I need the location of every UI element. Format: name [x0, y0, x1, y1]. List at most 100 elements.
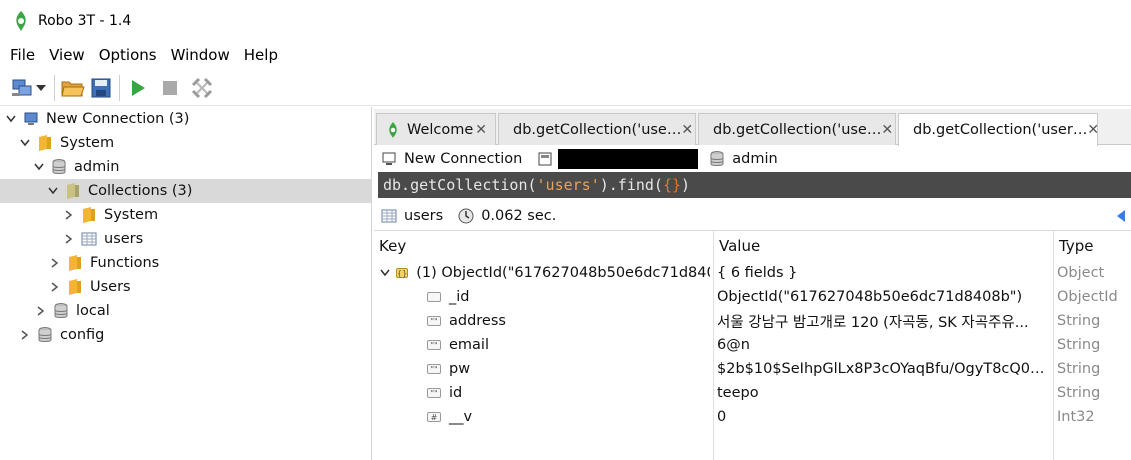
field-key: _id: [449, 289, 470, 305]
table-row-document[interactable]: {} (1) ObjectId("617627048b50e6dc71d840.…: [374, 261, 1131, 285]
folder-icon: [66, 279, 84, 295]
column-header-type[interactable]: Type: [1059, 237, 1093, 255]
field-key: __v: [449, 409, 473, 425]
field-type: String: [1057, 385, 1101, 401]
tree-item-label: local: [76, 303, 110, 319]
table-row[interactable]: "" pw $2b$10$SeIhpGlLx8P3cOYaqBfu/OgyT8c…: [374, 357, 1131, 381]
execute-icon[interactable]: [126, 76, 150, 100]
query-method: ).find(: [599, 176, 663, 194]
window-title: Robo 3T - 1.4: [38, 13, 132, 29]
tree-item-label: users: [104, 231, 144, 247]
stop-icon[interactable]: [158, 76, 182, 100]
chevron-right-icon[interactable]: [62, 232, 76, 246]
document-type: Object: [1057, 265, 1105, 281]
tree-item-local[interactable]: local: [0, 299, 372, 323]
tab-label: Welcome: [407, 121, 474, 138]
field-key: pw: [449, 361, 471, 377]
field-type: Int32: [1057, 409, 1095, 425]
folder-icon: [80, 207, 98, 223]
field-key: address: [449, 313, 506, 329]
column-header-value[interactable]: Value: [719, 237, 760, 255]
string-icon: "": [427, 388, 441, 398]
chevron-down-icon[interactable]: [46, 184, 60, 198]
tab-query-2[interactable]: db.getCollection('use… ✕: [698, 113, 896, 145]
tab-welcome[interactable]: Welcome ✕: [376, 113, 496, 145]
table-icon: [380, 208, 398, 224]
objectid-icon: [427, 292, 441, 302]
chevron-down-icon[interactable]: [18, 136, 32, 150]
tab-label: db.getCollection('use…: [513, 121, 682, 138]
field-value: ObjectId("617627048b50e6dc71d8408b"): [717, 289, 1023, 305]
robo3t-logo-icon: [16, 11, 26, 31]
menu-help[interactable]: Help: [237, 46, 285, 64]
field-key: id: [449, 385, 463, 401]
tree-item-collections[interactable]: Collections (3): [0, 179, 372, 203]
chevron-right-icon[interactable]: [18, 328, 32, 342]
save-icon[interactable]: [89, 76, 113, 100]
folder-icon: [66, 255, 84, 271]
tab-query-3[interactable]: db.getCollection('user… ✕: [898, 113, 1099, 146]
table-row[interactable]: "" address 서울 강남구 밤고개로 120 (자곡동, SK 자곡주유…: [374, 309, 1131, 333]
query-prefix: db.getCollection(: [383, 176, 537, 194]
row-key: _id: [427, 289, 469, 305]
database-name: admin: [732, 151, 778, 167]
close-icon[interactable]: ✕: [681, 122, 693, 138]
tree-item-label: config: [60, 327, 105, 343]
tree-item-label: System: [104, 207, 159, 223]
table-row[interactable]: # __v 0 Int32: [374, 405, 1131, 429]
tree-item-users-collection[interactable]: users: [0, 227, 372, 251]
dropdown-icon[interactable]: [34, 76, 48, 100]
menu-bar: File View Options Window Help: [0, 42, 1131, 68]
chevron-right-icon[interactable]: [34, 304, 48, 318]
tree-item-admin[interactable]: admin: [0, 155, 372, 179]
tree-item-connection[interactable]: New Connection (3): [0, 107, 372, 131]
number-icon: #: [427, 412, 441, 422]
robo3t-logo-icon: [389, 121, 397, 138]
field-type: String: [1057, 361, 1101, 377]
connection-info-bar: New Connection admin: [374, 146, 1131, 172]
connect-icon[interactable]: [10, 76, 34, 100]
close-icon[interactable]: ✕: [1087, 122, 1099, 138]
tree-item-system-collection[interactable]: System: [0, 203, 372, 227]
page-left-icon[interactable]: [1117, 210, 1125, 222]
table-row[interactable]: "" id teepo String: [374, 381, 1131, 405]
field-value: 서울 강남구 밤고개로 120 (자곡동, SK 자곡주유...: [717, 314, 1029, 331]
tree-item-config[interactable]: config: [0, 323, 372, 347]
field-value: teepo: [717, 385, 759, 401]
menu-view[interactable]: View: [42, 46, 92, 64]
chevron-down-icon[interactable]: [380, 266, 390, 280]
close-icon[interactable]: ✕: [475, 122, 487, 138]
table-row[interactable]: _id ObjectId("617627048b50e6dc71d8408b")…: [374, 285, 1131, 309]
document-value: { 6 fields }: [717, 265, 798, 281]
tree-item-system[interactable]: System: [0, 131, 372, 155]
table-row[interactable]: "" email 6@n String: [374, 333, 1131, 357]
toolbar-separator: [54, 74, 55, 101]
tab-query-1[interactable]: db.getCollection('use… ✕: [498, 113, 696, 145]
server-icon: [536, 151, 554, 167]
menu-window[interactable]: Window: [164, 46, 237, 64]
close-icon[interactable]: ✕: [881, 122, 893, 138]
clock-icon: [457, 208, 475, 224]
row-key: "" pw: [427, 361, 470, 377]
query-editor[interactable]: db.getCollection('users').find({}): [378, 172, 1131, 198]
tree-item-users-folder[interactable]: Users: [0, 275, 372, 299]
column-header-key[interactable]: Key: [379, 237, 406, 255]
tree-item-functions[interactable]: Functions: [0, 251, 372, 275]
chevron-down-icon[interactable]: [4, 112, 18, 126]
toolbar-separator: [119, 74, 120, 101]
chevron-right-icon[interactable]: [48, 256, 62, 270]
open-icon[interactable]: [61, 76, 85, 100]
chevron-down-icon[interactable]: [32, 160, 46, 174]
connection-tree: New Connection (3) System admin Collecti…: [0, 107, 372, 460]
field-type: String: [1057, 313, 1101, 329]
title-bar: Robo 3T - 1.4: [0, 0, 1131, 42]
chevron-right-icon[interactable]: [48, 280, 62, 294]
database-icon: [50, 159, 68, 175]
chevron-right-icon[interactable]: [62, 208, 76, 222]
toolbar: [0, 70, 1131, 106]
row-key: "" address: [427, 313, 506, 329]
document-key: (1) ObjectId("617627048b50e6dc71d840...: [416, 265, 710, 281]
menu-options[interactable]: Options: [92, 46, 164, 64]
menu-file[interactable]: File: [0, 46, 42, 64]
fullscreen-icon[interactable]: [190, 76, 214, 100]
